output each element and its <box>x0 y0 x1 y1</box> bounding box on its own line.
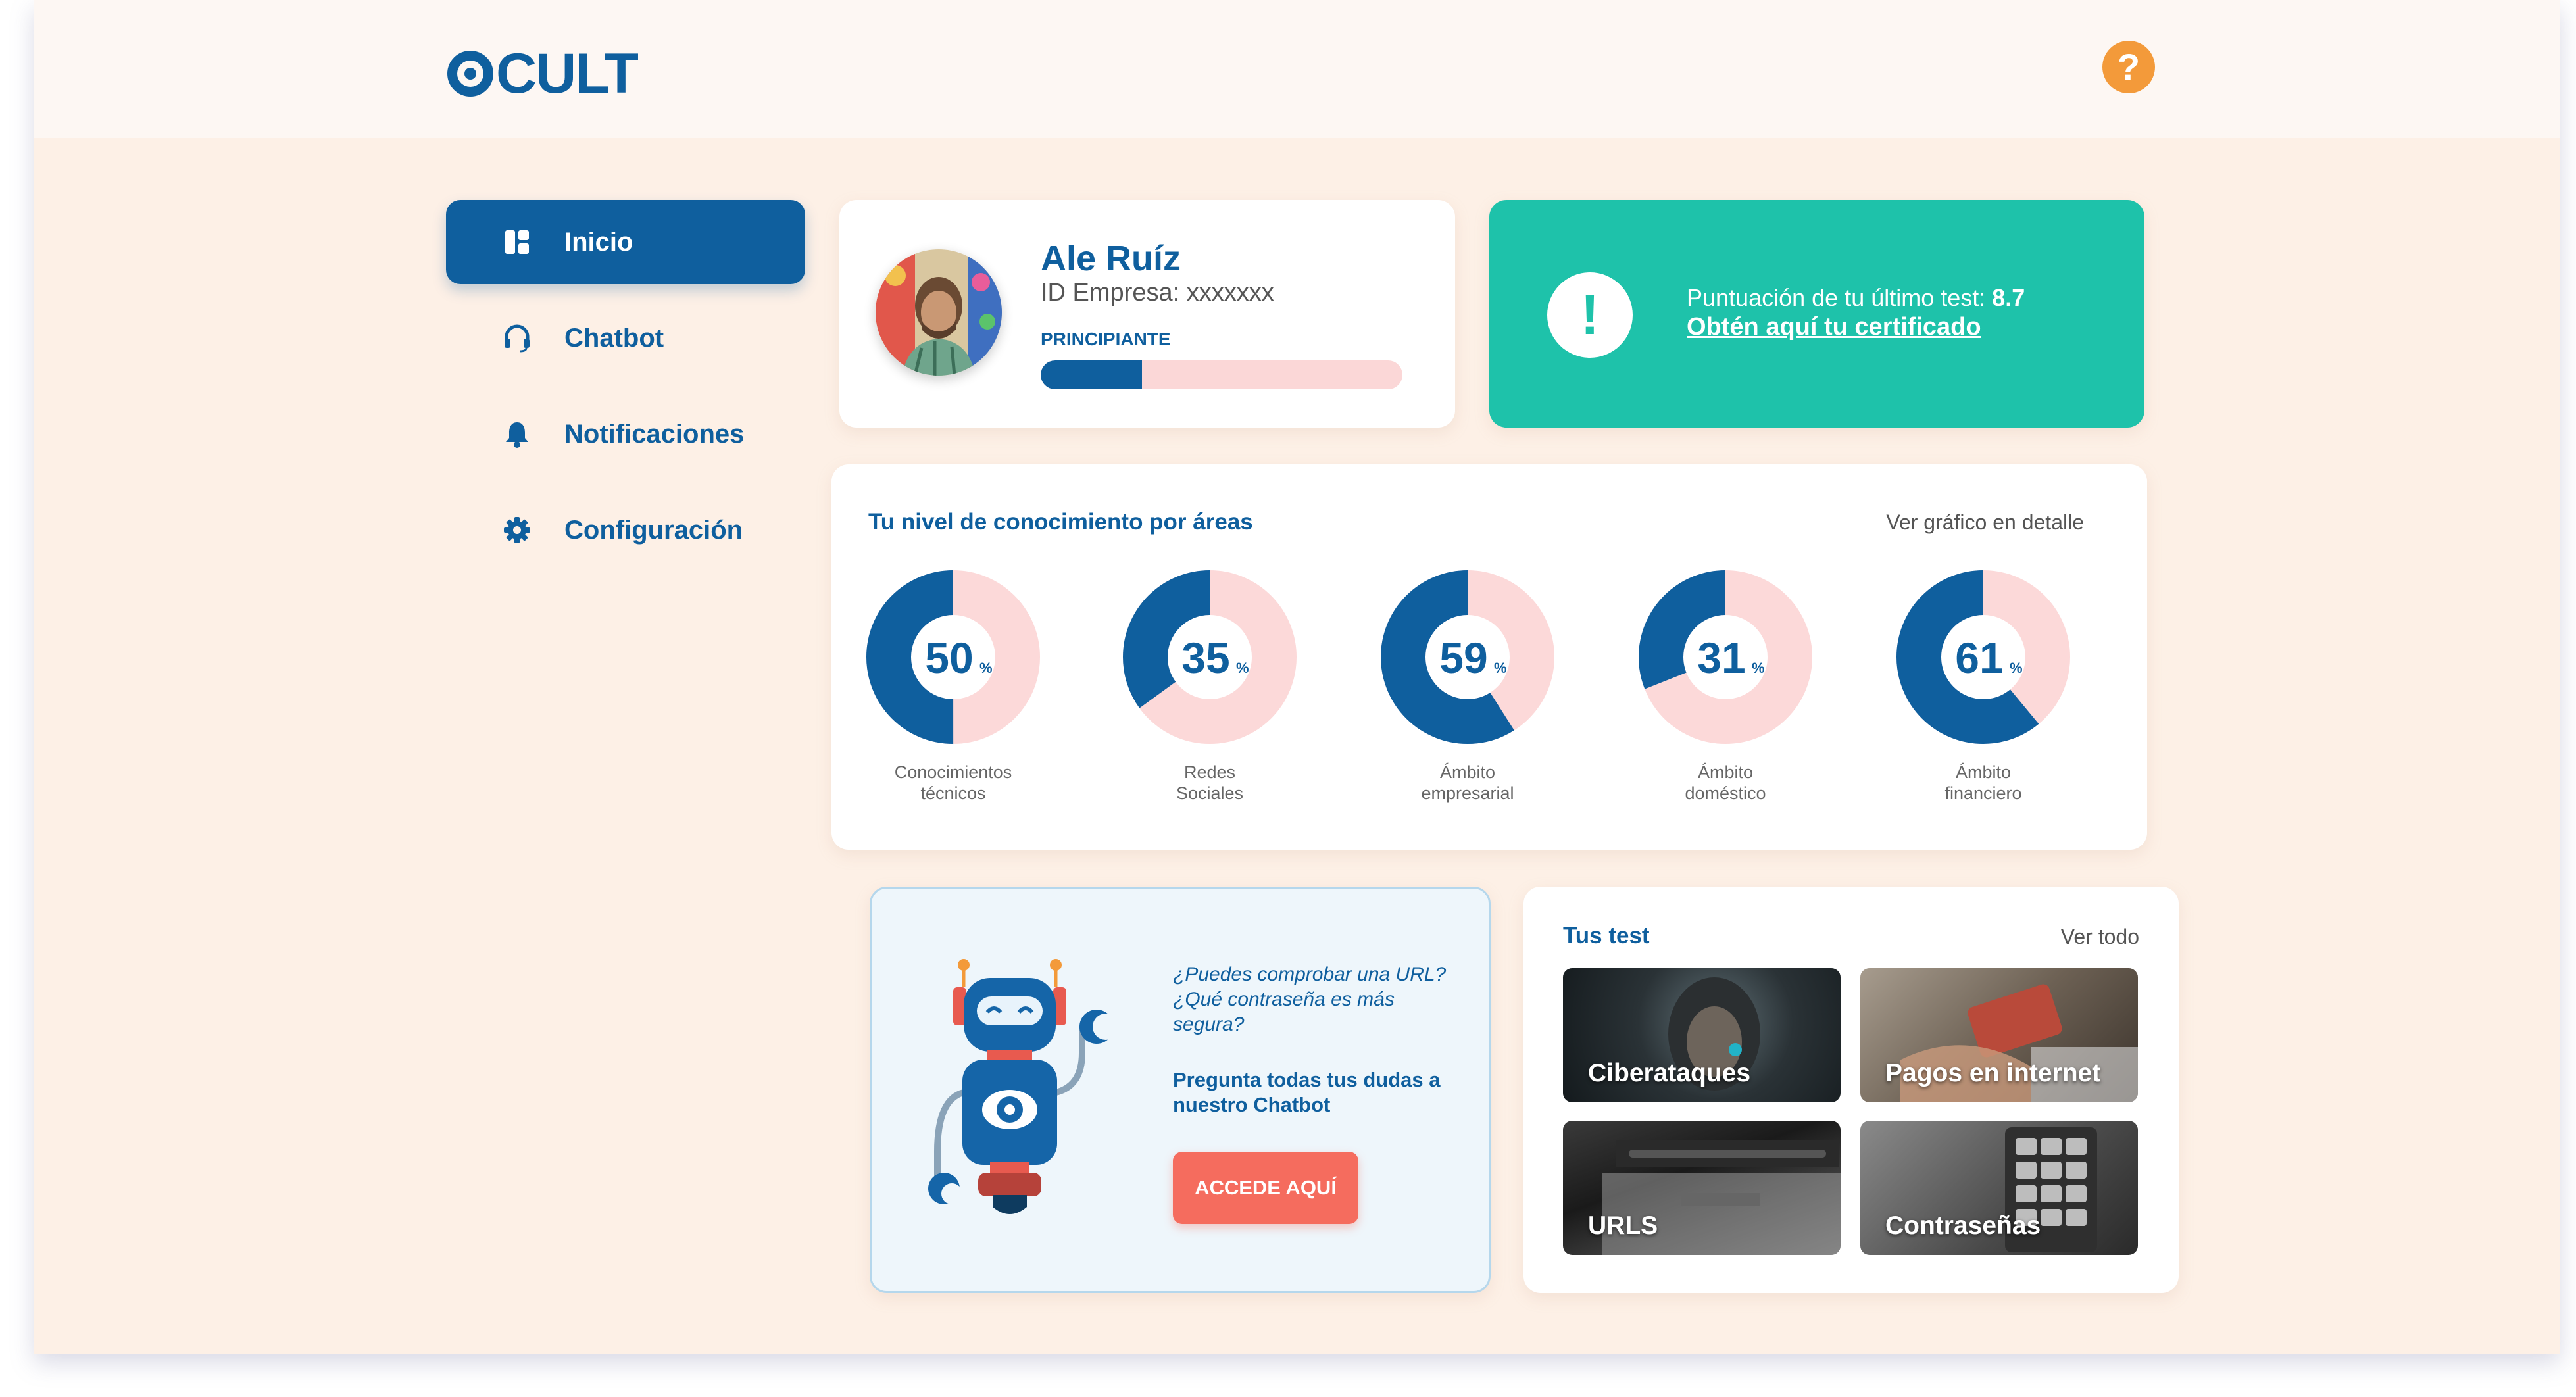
donut-unit-label: % <box>1236 660 1249 676</box>
sidebar-item-label: Configuración <box>564 515 743 545</box>
donut-svg: 50% <box>866 570 1040 744</box>
see-all-tests-link[interactable]: Ver todo <box>2061 925 2139 949</box>
alert-icon: ! <box>1547 272 1633 358</box>
tests-title: Tus test <box>1563 923 1650 948</box>
donut-unit-label: % <box>2010 660 2023 676</box>
donut-unit-label: % <box>1494 660 1507 676</box>
sidebar-item-label: Inicio <box>564 227 633 257</box>
donut-chart: 61% Ámbito financiero <box>1895 568 2072 804</box>
level-progress-fill <box>1041 360 1142 389</box>
certificate-link[interactable]: Obtén aquí tu certificado <box>1687 313 1981 341</box>
donut-svg: 35% <box>1123 570 1297 744</box>
chatbot-card: ¿Puedes comprobar una URL? ¿Qué contrase… <box>870 887 1491 1293</box>
app-frame: CULT ? Inicio Chatbot Notificaciones Con… <box>34 0 2560 1354</box>
knowledge-donut-charts: 50% Conocimientos técnicos 35% Redes Social… <box>831 568 2147 831</box>
donut-chart: 59% Ámbito empresarial <box>1379 568 1556 804</box>
donut-area-label: Ámbito financiero <box>1944 762 2022 803</box>
knowledge-card: Tu nivel de conocimiento por áreas Ver g… <box>831 464 2147 850</box>
last-test-label: Puntuación de tu último test: <box>1687 284 1993 311</box>
dashboard-icon <box>501 226 533 258</box>
sidebar-item-configuracion[interactable]: Configuración <box>446 488 805 572</box>
sidebar-item-notificaciones[interactable]: Notificaciones <box>446 392 805 476</box>
donut-chart: 35% Redes Sociales <box>1121 568 1299 804</box>
view-chart-detail-link[interactable]: Ver gráfico en detalle <box>1886 510 2084 535</box>
avatar[interactable] <box>876 249 1002 376</box>
donut-value-label: 50 <box>925 633 973 682</box>
donut-area-label: Conocimientos técnicos <box>894 762 1012 803</box>
profile-name: Ale Ruíz <box>1041 239 1181 278</box>
test-tile-contrasenas[interactable]: Contraseñas <box>1860 1121 2138 1255</box>
chatbot-cta-text: Pregunta todas tus dudas a nuestro Chatb… <box>1173 1068 1441 1116</box>
headset-icon <box>501 322 533 354</box>
sidebar-item-chatbot[interactable]: Chatbot <box>446 296 805 380</box>
donut-svg: 31% <box>1639 570 1812 744</box>
bell-icon <box>501 418 533 450</box>
company-id: ID Empresa: xxxxxxx <box>1041 279 1274 306</box>
donut-svg: 61% <box>1896 570 2070 744</box>
eye-logo-icon <box>447 51 493 97</box>
donut-value-label: 59 <box>1439 633 1487 682</box>
profile-card: Ale Ruíz ID Empresa: xxxxxxx PRINCIPIANT… <box>839 200 1455 428</box>
donut-unit-label: % <box>979 660 993 676</box>
donut-value-label: 35 <box>1181 633 1229 682</box>
donut-value-label: 31 <box>1697 633 1745 682</box>
robot-illustration-icon <box>924 954 1135 1234</box>
donut-area-label: Ámbito doméstico <box>1685 762 1766 803</box>
level-badge: PRINCIPIANTE <box>1041 329 1171 349</box>
tile-label: Ciberataques <box>1588 1059 1751 1087</box>
sidebar-item-inicio[interactable]: Inicio <box>446 200 805 284</box>
help-button[interactable]: ? <box>2102 41 2155 93</box>
knowledge-title: Tu nivel de conocimiento por áreas <box>868 509 1253 535</box>
tile-label: Pagos en internet <box>1885 1059 2101 1087</box>
access-chatbot-button[interactable]: ACCEDE AQUÍ <box>1173 1152 1358 1224</box>
tile-label: URLS <box>1588 1212 1658 1240</box>
donut-area-label: Redes Sociales <box>1176 762 1244 803</box>
test-tile-pagos-en-internet[interactable]: Pagos en internet <box>1860 968 2138 1102</box>
logo-text: CULT <box>496 42 639 105</box>
gear-icon <box>501 514 533 546</box>
test-tile-urls[interactable]: URLS <box>1563 1121 1841 1255</box>
last-test-value: 8.7 <box>1992 284 2025 311</box>
sidebar-item-label: Notificaciones <box>564 419 745 449</box>
ocult-logo[interactable]: CULT <box>447 42 639 105</box>
top-bar: CULT ? <box>34 0 2560 138</box>
donut-area-label: Ámbito empresarial <box>1421 762 1514 803</box>
score-card: ! Puntuación de tu último test: 8.7 Obté… <box>1489 200 2144 428</box>
tile-label: Contraseñas <box>1885 1212 2041 1240</box>
donut-value-label: 61 <box>1955 633 2003 682</box>
donut-chart: 31% Ámbito doméstico <box>1637 568 1814 804</box>
donut-svg: 59% <box>1381 570 1554 744</box>
sidebar-item-label: Chatbot <box>564 323 664 353</box>
tests-card: Tus test Ver todo Ciberataques Pagos en … <box>1523 887 2179 1293</box>
donut-unit-label: % <box>1752 660 1765 676</box>
chatbot-question: ¿Puedes comprobar una URL? ¿Qué contrase… <box>1173 964 1447 1035</box>
test-tile-ciberataques[interactable]: Ciberataques <box>1563 968 1841 1102</box>
level-progress-bar <box>1041 360 1402 389</box>
donut-chart: 50% Conocimientos técnicos <box>864 568 1042 804</box>
last-test-score: Puntuación de tu último test: 8.7 <box>1687 284 2025 312</box>
